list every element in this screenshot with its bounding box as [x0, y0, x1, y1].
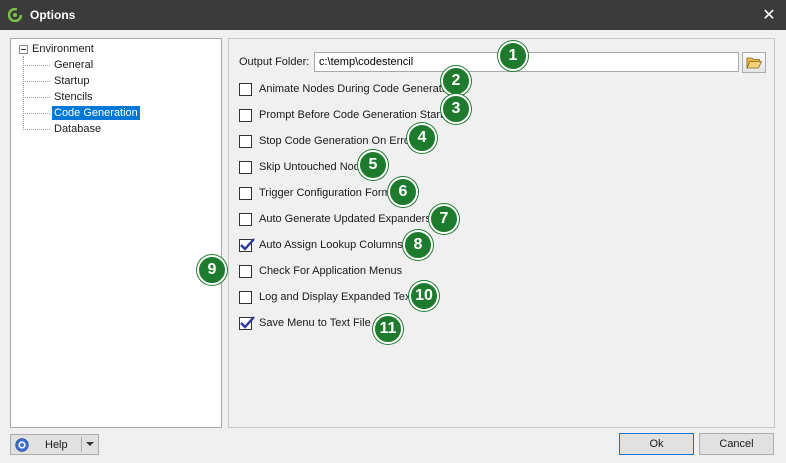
- tree-item-stencils[interactable]: Stencils: [23, 90, 95, 104]
- checkbox[interactable]: [239, 186, 252, 200]
- callout-badge: 7: [429, 204, 459, 234]
- checkbox[interactable]: [239, 212, 252, 226]
- callout-badge: 5: [358, 150, 388, 180]
- checkbox[interactable]: [239, 134, 252, 148]
- checkbox[interactable]: [239, 264, 252, 278]
- callout-badge: 2: [441, 66, 471, 96]
- browse-folder-button[interactable]: [742, 52, 766, 73]
- option-label: Save Menu to Text File: [259, 317, 371, 329]
- option-trigger-configuration-form[interactable]: Trigger Configuration Form: [239, 185, 391, 201]
- callout-badge: 9: [197, 255, 227, 285]
- option-label: Skip Untouched Nodes: [259, 161, 372, 173]
- option-skip-untouched-nodes[interactable]: Skip Untouched Nodes: [239, 159, 372, 175]
- option-stop-on-error[interactable]: Stop Code Generation On Error: [239, 133, 414, 149]
- ok-button[interactable]: Ok: [619, 433, 694, 455]
- help-button-label: Help: [45, 438, 68, 451]
- title-bar: Options ✕: [0, 0, 786, 30]
- option-label: Prompt Before Code Generation Starts: [259, 109, 449, 121]
- options-tree: Environment General Startup Stencils Cod…: [10, 38, 222, 428]
- callout-badge: 3: [441, 94, 471, 124]
- checkbox-checked[interactable]: [239, 237, 255, 252]
- app-logo-icon: [7, 7, 23, 23]
- option-auto-generate-expanders[interactable]: Auto Generate Updated Expanders: [239, 211, 431, 227]
- option-check-application-menus[interactable]: Check For Application Menus: [239, 263, 402, 279]
- folder-open-icon: [746, 57, 762, 69]
- tree-item-label: General: [54, 59, 94, 71]
- checkbox[interactable]: [239, 82, 252, 96]
- tree-root-label: Environment: [32, 43, 94, 55]
- tree-item-code-generation[interactable]: Code Generation: [23, 106, 140, 120]
- checkbox[interactable]: [239, 290, 252, 304]
- tree-item-label: Code Generation: [52, 106, 140, 120]
- callout-badge: 1: [498, 41, 528, 71]
- tree-item-label: Stencils: [54, 91, 93, 103]
- cancel-button[interactable]: Cancel: [699, 433, 774, 455]
- option-label: Log and Display Expanded Text: [259, 291, 414, 303]
- option-log-expanded-text[interactable]: Log and Display Expanded Text: [239, 289, 414, 305]
- option-label: Trigger Configuration Form: [259, 187, 391, 199]
- checkmark-icon: [240, 315, 255, 329]
- callout-badge: 10: [409, 281, 439, 311]
- checkbox[interactable]: [239, 160, 252, 174]
- callout-badge: 4: [407, 123, 437, 153]
- window-title: Options: [30, 8, 76, 22]
- option-label: Auto Assign Lookup Columns: [259, 239, 403, 251]
- callout-badge: 8: [403, 230, 433, 260]
- tree-root-environment[interactable]: Environment: [19, 42, 94, 56]
- tree-item-database[interactable]: Database: [23, 122, 103, 136]
- option-label: Animate Nodes During Code Generation: [259, 83, 457, 95]
- callout-badge: 11: [373, 314, 403, 344]
- callout-badge: 6: [388, 177, 418, 207]
- checkmark-icon: [240, 237, 255, 251]
- code-generation-panel: Output Folder: Animate Nodes During Code…: [228, 38, 775, 428]
- option-auto-assign-lookup[interactable]: Auto Assign Lookup Columns: [239, 237, 403, 253]
- tree-item-label: Startup: [54, 75, 90, 87]
- option-animate-nodes[interactable]: Animate Nodes During Code Generation: [239, 81, 457, 97]
- option-prompt-before-generation[interactable]: Prompt Before Code Generation Starts: [239, 107, 449, 123]
- output-folder-label: Output Folder:: [239, 56, 310, 68]
- tree-item-general[interactable]: General: [23, 58, 95, 72]
- tree-item-label: Database: [54, 123, 102, 135]
- help-split-button[interactable]: Help: [10, 434, 99, 455]
- help-icon: [15, 437, 29, 452]
- close-icon: ✕: [762, 7, 776, 24]
- option-label: Check For Application Menus: [259, 265, 403, 277]
- checkbox[interactable]: [239, 108, 252, 122]
- collapse-icon[interactable]: [19, 44, 28, 54]
- option-label: Auto Generate Updated Expanders: [259, 213, 431, 225]
- option-save-menu-to-file[interactable]: Save Menu to Text File: [239, 315, 371, 331]
- tree-item-startup[interactable]: Startup: [23, 74, 91, 88]
- close-button[interactable]: ✕: [752, 0, 786, 30]
- dropdown-arrow-icon[interactable]: [86, 442, 94, 446]
- split-divider: [81, 437, 82, 452]
- option-label: Stop Code Generation On Error: [259, 135, 414, 147]
- checkbox-checked[interactable]: [239, 315, 255, 330]
